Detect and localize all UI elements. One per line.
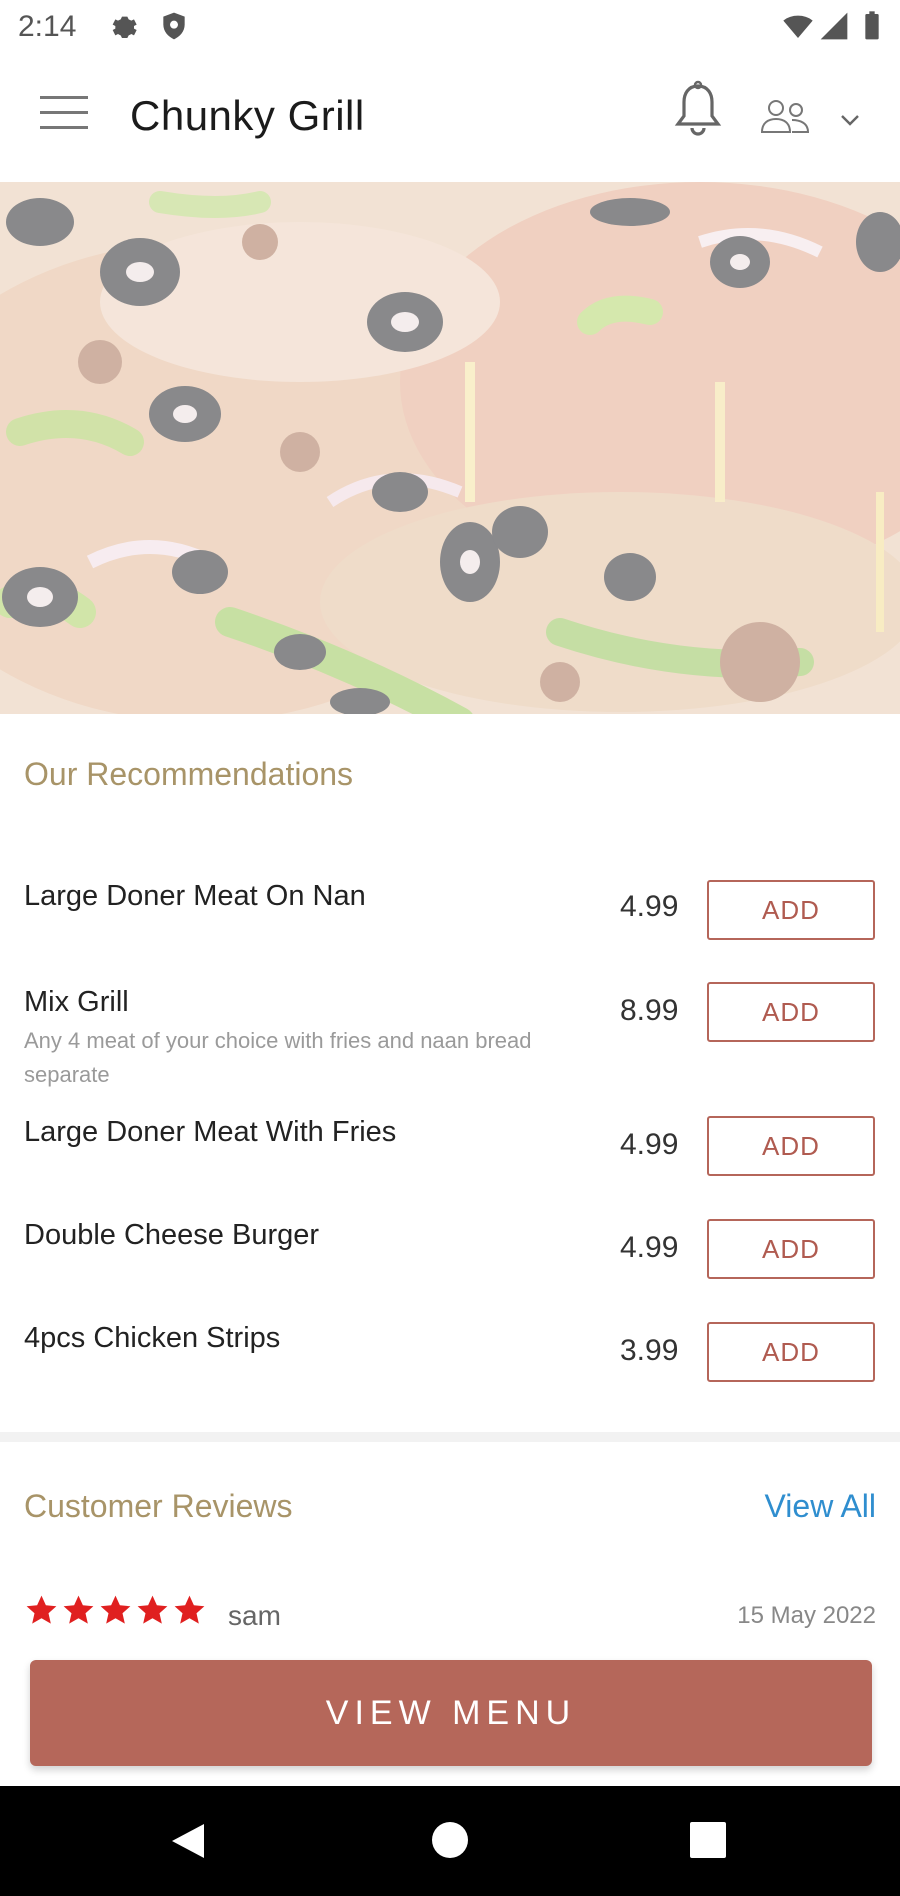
star-icon [174, 1595, 205, 1624]
settings-icon [112, 16, 137, 38]
chevron-down-icon[interactable] [838, 108, 862, 132]
add-button[interactable]: ADD [707, 1322, 875, 1382]
item-price: 4.99 [620, 1231, 679, 1264]
item-price: 8.99 [620, 994, 679, 1027]
star-icon [63, 1595, 94, 1624]
battery-icon [865, 11, 879, 40]
home-icon[interactable] [432, 1822, 468, 1858]
item-name: Double Cheese Burger [24, 1219, 320, 1251]
item-description: Any 4 meat of your choice with fries and… [24, 1028, 532, 1087]
status-bar: 2:14 [0, 0, 900, 56]
item-price: 4.99 [620, 890, 679, 923]
back-icon[interactable] [170, 1822, 206, 1860]
hero-food-image [0, 182, 900, 714]
view-menu-button[interactable]: VIEW MENU [30, 1660, 872, 1766]
star-icon [100, 1595, 131, 1624]
item-name: Mix Grill [24, 986, 129, 1018]
add-button[interactable]: ADD [707, 1116, 875, 1176]
system-nav-bar [0, 1786, 900, 1896]
add-button[interactable]: ADD [707, 880, 875, 940]
recent-apps-icon[interactable] [690, 1822, 726, 1858]
item-price: 3.99 [620, 1334, 679, 1367]
section-divider [0, 1432, 900, 1442]
page-title: Chunky Grill [130, 92, 365, 139]
add-button[interactable]: ADD [707, 982, 875, 1042]
reviews-title: Customer Reviews [24, 1488, 293, 1524]
hamburger-menu-icon[interactable] [40, 96, 88, 136]
account-people-icon[interactable] [756, 96, 814, 136]
recommendations-title: Our Recommendations [24, 756, 354, 792]
rating-stars [24, 1593, 207, 1628]
notification-bell-icon[interactable] [672, 80, 724, 140]
cell-signal-icon [820, 12, 848, 40]
star-icon [26, 1595, 57, 1624]
wifi-icon [783, 15, 813, 38]
item-name: Large Doner Meat On Nan [24, 880, 366, 912]
item-name: Large Doner Meat With Fries [24, 1116, 397, 1148]
item-price: 4.99 [620, 1128, 679, 1161]
status-time: 2:14 [18, 10, 77, 43]
shield-icon [163, 12, 185, 40]
app-bar: Chunky Grill [0, 56, 900, 183]
item-name: 4pcs Chicken Strips [24, 1322, 281, 1354]
add-button[interactable]: ADD [707, 1219, 875, 1279]
star-icon [137, 1595, 168, 1624]
view-all-link[interactable]: View All [765, 1488, 876, 1525]
review-date: 15 May 2022 [737, 1602, 876, 1629]
reviewer-name: sam [228, 1600, 281, 1631]
